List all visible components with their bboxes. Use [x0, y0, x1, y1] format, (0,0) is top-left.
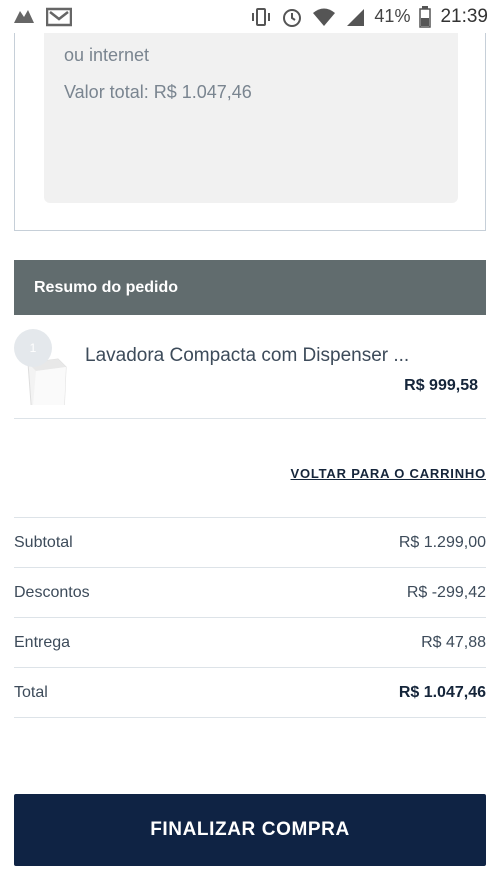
gmail-icon	[46, 7, 72, 26]
total-label: Total	[14, 683, 48, 701]
total-value: R$ 1.047,46	[398, 683, 486, 701]
status-bar: 41% 21:39	[0, 0, 500, 33]
payment-total-value: Valor total: R$ 1.047,46	[64, 82, 252, 102]
subtotal-label: Subtotal	[14, 533, 73, 551]
shipping-value: R$ 47,88	[421, 633, 486, 651]
status-bar-left	[12, 7, 72, 27]
finalize-purchase-button[interactable]: FINALIZAR COMPRA	[14, 794, 486, 866]
total-row: Total R$ 1.047,46	[14, 668, 486, 718]
status-bar-right: 41% 21:39	[250, 5, 488, 28]
order-summary-header: Resumo do pedido	[14, 260, 486, 315]
shipping-label: Entrega	[14, 633, 71, 651]
order-summary-title: Resumo do pedido	[34, 278, 178, 296]
item-price: R$ 999,58	[404, 377, 478, 394]
battery-percentage: 41%	[374, 6, 411, 26]
signal-icon	[347, 8, 365, 26]
discount-value: R$ -299,42	[406, 583, 486, 601]
discount-row: Descontos R$ -299,42	[14, 568, 486, 618]
shipping-row: Entrega R$ 47,88	[14, 618, 486, 668]
subtotal-value: R$ 1.299,00	[398, 533, 486, 551]
discount-label: Descontos	[14, 583, 90, 601]
item-name[interactable]: Lavadora Compacta com Dispenser ...	[85, 345, 455, 367]
payment-method-text: ou internet	[64, 45, 150, 65]
vibrate-icon	[252, 7, 271, 26]
wifi-icon	[313, 8, 336, 26]
payment-info-card	[14, 0, 486, 231]
back-to-cart-link[interactable]: VOLTAR PARA O CARRINHO	[291, 466, 487, 481]
subtotal-row: Subtotal R$ 1.299,00	[14, 518, 486, 568]
item-quantity-badge: 1	[14, 329, 52, 367]
totals-table: Subtotal R$ 1.299,00 Descontos R$ -299,4…	[14, 517, 486, 718]
notification-app-icon	[14, 9, 34, 23]
clock: 21:39	[440, 5, 488, 27]
order-item: 1 Lavadora Compacta com Dispenser ... R$…	[14, 315, 486, 419]
alarm-icon	[283, 8, 302, 27]
battery-icon	[419, 5, 432, 28]
